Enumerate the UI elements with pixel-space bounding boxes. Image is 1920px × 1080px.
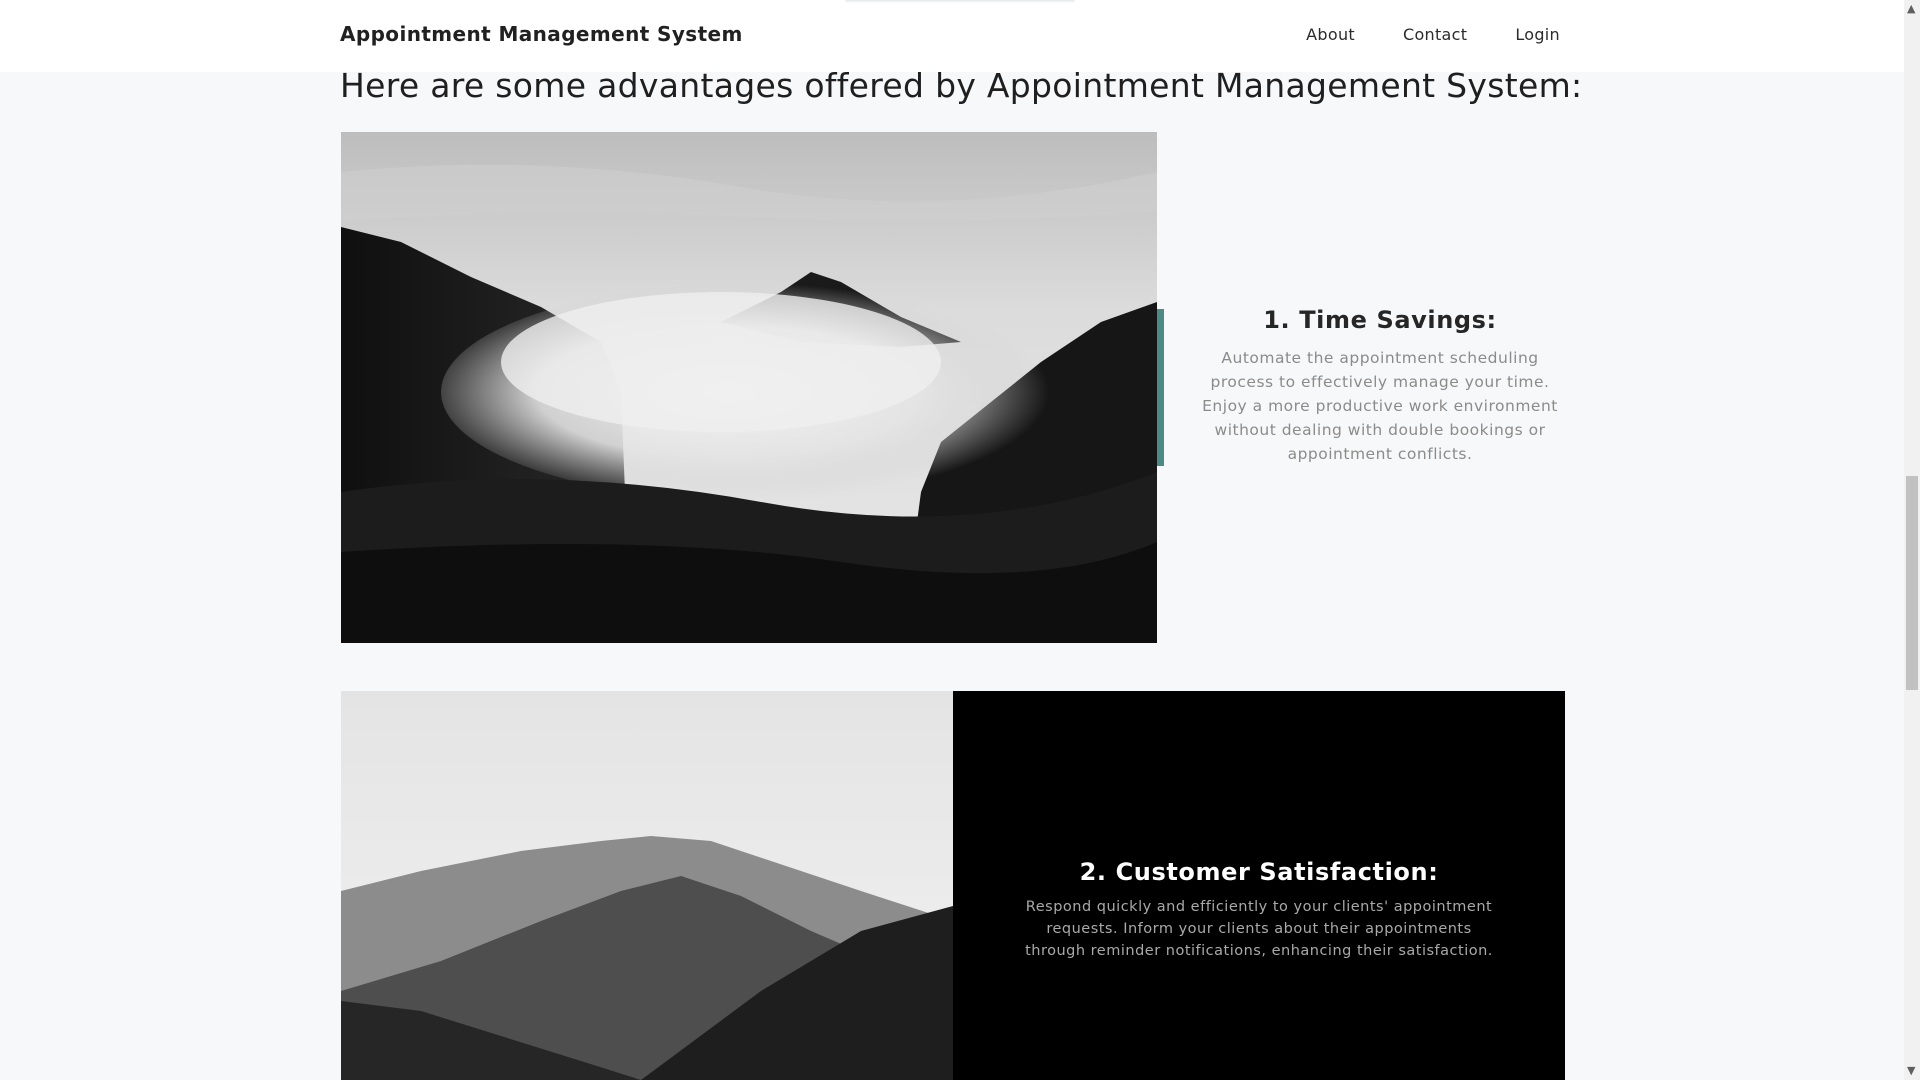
chevron-down-icon[interactable]: ▼ [1907, 1064, 1915, 1077]
brand-logo-link[interactable]: Appointment Management System [340, 22, 743, 46]
feature-customer-satisfaction: 2. Customer Satisfaction: Respond quickl… [1020, 858, 1498, 962]
navbar: Appointment Management System About Cont… [0, 0, 1904, 72]
navbar-top-shadow [845, 0, 1075, 3]
chevron-up-icon[interactable]: ▲ [1907, 2, 1915, 15]
nav-link-contact[interactable]: Contact [1403, 25, 1467, 44]
feature-accent-bar [1157, 309, 1164, 466]
foggy-mountain-illustration [341, 132, 1157, 643]
layered-mountains-image [341, 691, 953, 1080]
feature-title: 2. Customer Satisfaction: [1079, 858, 1439, 886]
nav-link-about[interactable]: About [1306, 25, 1355, 44]
feature-title: 1. Time Savings: [1263, 306, 1497, 334]
foggy-mountain-image [341, 132, 1157, 643]
layered-mountains-illustration [341, 691, 953, 1080]
nav-links: About Contact Login [1306, 25, 1560, 44]
feature-description: Respond quickly and efficiently to your … [1025, 899, 1493, 959]
scrollbar-thumb[interactable] [1906, 476, 1918, 690]
feature-description: Automate the appointment scheduling proc… [1202, 349, 1558, 463]
page-scrollbar[interactable]: ▲ ▼ [1904, 0, 1920, 1080]
page: Appointment Management System About Cont… [0, 0, 1920, 1080]
nav-link-login[interactable]: Login [1515, 25, 1560, 44]
feature-time-savings: 1. Time Savings: Automate the appointmen… [1200, 306, 1560, 466]
